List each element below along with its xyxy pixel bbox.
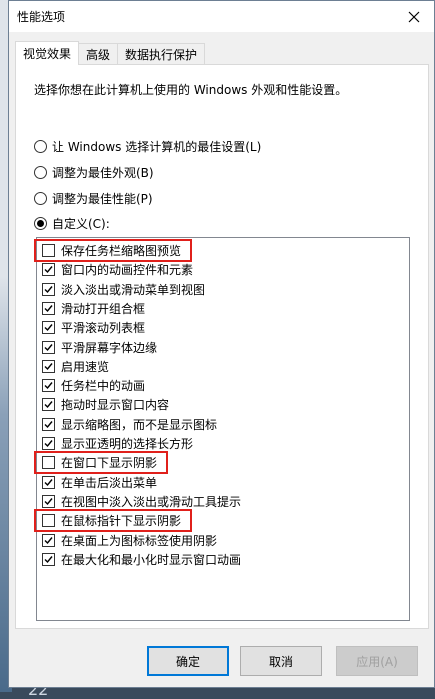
list-item[interactable]: 显示缩略图，而不是显示图标	[42, 415, 217, 434]
checkbox[interactable]	[42, 475, 55, 489]
checkmark-icon	[44, 497, 53, 505]
tab-data-execution-prevention[interactable]: 数据执行保护	[117, 43, 206, 65]
list-item[interactable]: 任务栏中的动画	[42, 376, 145, 395]
radio-let-windows-choose[interactable]: 让 Windows 选择计算机的最佳设置(L)	[34, 138, 261, 155]
list-item[interactable]: 拖动时显示窗口内容	[42, 395, 169, 414]
checkbox[interactable]	[42, 301, 55, 315]
checkbox[interactable]	[42, 340, 55, 354]
list-item-label: 淡入淡出或滑动菜单到视图	[61, 282, 206, 297]
list-item[interactable]: 窗口内的动画控件和元素	[42, 260, 193, 279]
list-item[interactable]: 滑动打开组合框	[42, 299, 145, 318]
close-button[interactable]	[394, 1, 434, 32]
list-item[interactable]: 在最大化和最小化时显示窗口动画	[42, 550, 241, 569]
title-bar[interactable]: 性能选项	[9, 1, 434, 32]
window-title: 性能选项	[17, 10, 66, 24]
checkbox[interactable]	[42, 282, 55, 296]
list-item-label: 平滑屏幕字体边缘	[61, 340, 158, 355]
radio-button[interactable]	[34, 192, 47, 205]
checkbox[interactable]	[42, 437, 55, 450]
checkmark-icon	[44, 324, 53, 332]
radio-best-performance[interactable]: 调整为最佳性能(P)	[34, 190, 153, 207]
tab-panel-visual-effects: 选择你想在此计算机上使用的 Windows 外观和性能设置。 让 Windows…	[15, 64, 429, 629]
checkbox[interactable]	[42, 456, 55, 470]
list-item-label: 启用速览	[61, 359, 110, 374]
radio-label: 调整为最佳性能(P)	[52, 192, 153, 206]
list-item-label: 拖动时显示窗口内容	[61, 398, 170, 413]
tab-strip: 视觉效果 高级 数据执行保护	[15, 41, 206, 65]
list-item[interactable]: 在单击后淡出菜单	[42, 473, 157, 492]
list-item[interactable]: 保存任务栏缩略图预览	[42, 241, 181, 260]
checkmark-icon	[44, 401, 53, 409]
list-item-label: 在视图中淡入淡出或滑动工具提示	[61, 494, 242, 509]
list-item-label: 任务栏中的动画	[61, 379, 146, 394]
list-item[interactable]: 在窗口下显示阴影	[42, 453, 157, 472]
radio-label: 调整为最佳外观(B)	[52, 166, 154, 180]
checkbox[interactable]	[42, 417, 55, 431]
checkbox[interactable]	[42, 379, 55, 393]
list-item-label: 保存任务栏缩略图预览	[61, 244, 182, 258]
radio-label: 让 Windows 选择计算机的最佳设置(L)	[52, 140, 262, 154]
checkbox[interactable]	[42, 533, 55, 547]
list-item-label: 显示亚透明的选择长方形	[61, 437, 194, 451]
checkbox[interactable]	[42, 494, 55, 508]
checkbox[interactable]	[42, 514, 55, 528]
list-item-label: 在鼠标指针下显示阴影	[61, 514, 182, 529]
list-item-label: 在窗口下显示阴影	[61, 456, 158, 471]
checkmark-icon	[44, 382, 53, 390]
radio-best-appearance[interactable]: 调整为最佳外观(B)	[34, 164, 154, 181]
checkbox[interactable]	[42, 552, 55, 566]
performance-options-dialog: 性能选项 视觉效果 高级 数据执行保护 选择你想在此计算机上使用的 Window…	[8, 0, 435, 688]
list-item-label: 在单击后淡出菜单	[61, 475, 158, 490]
list-item-label: 滑动打开组合框	[61, 301, 146, 316]
checkmark-icon	[44, 362, 53, 370]
checkmark-icon	[44, 555, 53, 563]
radio-button[interactable]	[34, 166, 47, 179]
checkmark-icon	[44, 420, 53, 428]
list-item-label: 平滑滚动列表框	[61, 321, 146, 336]
list-item[interactable]: 启用速览	[42, 357, 109, 376]
apply-button[interactable]: 应用(A)	[336, 646, 418, 676]
checkbox[interactable]	[42, 398, 55, 412]
list-item[interactable]: 显示亚透明的选择长方形	[42, 434, 193, 453]
list-item-label: 显示缩略图，而不是显示图标	[61, 417, 218, 432]
radio-button[interactable]	[34, 140, 47, 153]
checkmark-icon	[44, 304, 53, 312]
tab-visual-effects[interactable]: 视觉效果	[15, 41, 80, 65]
ok-button[interactable]: 确定	[147, 646, 229, 676]
radio-label: 自定义(C):	[52, 217, 110, 231]
checkmark-icon	[44, 440, 53, 448]
list-item[interactable]: 平滑屏幕字体边缘	[42, 338, 157, 357]
description-text: 选择你想在此计算机上使用的 Windows 外观和性能设置。	[34, 83, 348, 97]
list-item-label: 在桌面上为图标标签使用阴影	[61, 533, 218, 548]
cancel-button[interactable]: 取消	[240, 646, 322, 676]
checkbox[interactable]	[42, 321, 55, 335]
checkmark-icon	[44, 266, 53, 274]
checkmark-icon	[44, 285, 53, 293]
list-item[interactable]: 平滑滚动列表框	[42, 318, 145, 337]
visual-effects-list[interactable]: 保存任务栏缩略图预览 窗口内的动画控件和元素 淡入淡出或滑动菜单到视图 滑动打开组合框…	[34, 237, 410, 621]
radio-button[interactable]	[34, 217, 47, 230]
list-item-label: 在最大化和最小化时显示窗口动画	[61, 552, 242, 567]
list-item[interactable]: 淡入淡出或滑动菜单到视图	[42, 280, 205, 299]
checkmark-icon	[44, 536, 53, 544]
checkmark-icon	[44, 478, 53, 486]
checkbox[interactable]	[42, 263, 55, 277]
checkbox[interactable]	[42, 244, 55, 257]
list-item[interactable]: 在鼠标指针下显示阴影	[42, 511, 181, 530]
radio-custom[interactable]: 自定义(C):	[34, 215, 110, 232]
checkbox[interactable]	[42, 359, 55, 373]
list-item-label: 窗口内的动画控件和元素	[61, 263, 194, 278]
close-icon	[408, 11, 420, 22]
tab-advanced[interactable]: 高级	[78, 43, 119, 65]
list-item[interactable]: 在桌面上为图标标签使用阴影	[42, 531, 217, 550]
checkmark-icon	[44, 343, 53, 351]
list-item[interactable]: 在视图中淡入淡出或滑动工具提示	[42, 492, 241, 511]
